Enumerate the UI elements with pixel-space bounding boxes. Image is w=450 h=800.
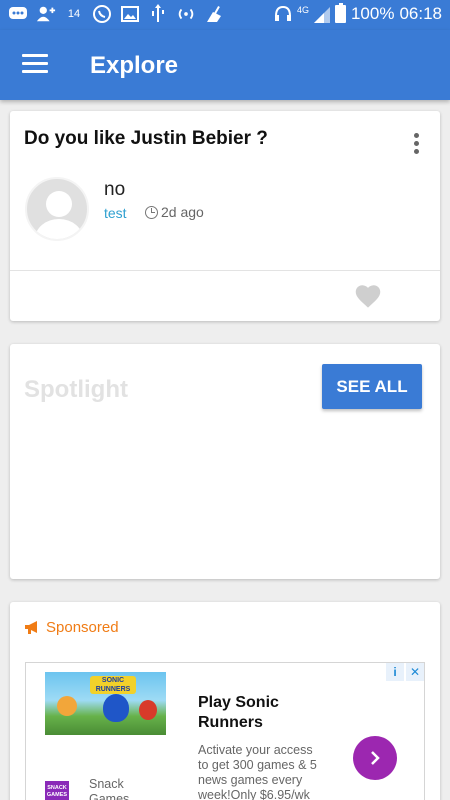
ad-open-button[interactable] — [353, 736, 397, 780]
sponsored-text: Sponsored — [46, 619, 119, 636]
cleaner-icon — [204, 3, 224, 25]
whatsapp-icon — [92, 3, 112, 25]
ad-banner[interactable]: i ✕ SONIC RUNNERS Play Sonic Runners Act… — [25, 662, 425, 800]
heart-icon[interactable] — [354, 283, 382, 309]
ad-description: Activate your access to get 300 games & … — [198, 743, 317, 800]
sponsored-card: Sponsored i ✕ SONIC RUNNERS Play Sonic R… — [10, 602, 440, 800]
spotlight-title: Spotlight — [24, 376, 128, 403]
menu-icon[interactable] — [22, 54, 48, 74]
signal-icon — [313, 7, 330, 23]
divider — [10, 270, 440, 271]
sponsored-label: Sponsored — [24, 619, 119, 636]
game-logo: SONIC RUNNERS — [90, 676, 136, 694]
usb-icon — [148, 3, 168, 25]
question-card[interactable]: Do you like Justin Bebier ? no test 2d a… — [10, 111, 440, 321]
avatar[interactable] — [25, 177, 89, 241]
ad-image[interactable]: SONIC RUNNERS — [45, 672, 166, 735]
ad-title[interactable]: Play Sonic Runners — [198, 693, 318, 733]
status-bar: 14 4G 100% 06:18 — [0, 0, 450, 30]
status-notification-icons: 14 — [8, 3, 224, 25]
more-vert-icon[interactable] — [414, 133, 420, 155]
headset-icon — [274, 5, 291, 21]
megaphone-icon — [25, 620, 37, 634]
status-system-icons: 4G 100% 06:18 — [274, 3, 442, 24]
ad-close-icon[interactable]: ✕ — [406, 663, 424, 681]
chat-icon — [8, 3, 28, 25]
network-type: 4G — [296, 5, 309, 15]
notification-count: 14 — [67, 8, 81, 20]
image-icon — [120, 3, 140, 25]
battery-icon — [334, 3, 346, 23]
app-bar: Explore — [0, 30, 450, 100]
time-ago: 2d ago — [161, 204, 204, 220]
notification-count-icon: 14 — [64, 3, 84, 25]
see-all-button[interactable]: SEE ALL — [322, 364, 422, 409]
answer-text: no — [104, 179, 126, 200]
brand-logo: SNACK GAMES — [45, 781, 69, 800]
ad-info-icon[interactable]: i — [386, 663, 404, 681]
battery-level: 100% — [350, 4, 395, 23]
post-time: 2d ago — [145, 204, 204, 220]
add-person-icon — [36, 3, 56, 25]
spotlight-card: Spotlight SEE ALL — [10, 344, 440, 579]
clock-time: 06:18 — [399, 4, 442, 23]
clock-icon — [145, 205, 158, 219]
question-title: Do you like Justin Bebier ? — [24, 128, 268, 149]
username-link[interactable]: test — [104, 205, 127, 221]
ad-brand: Snack Games — [89, 777, 130, 800]
ad-controls: i ✕ — [386, 663, 424, 681]
chevron-right-icon — [371, 751, 380, 765]
page-title: Explore — [90, 52, 179, 79]
hotspot-icon — [176, 3, 196, 25]
